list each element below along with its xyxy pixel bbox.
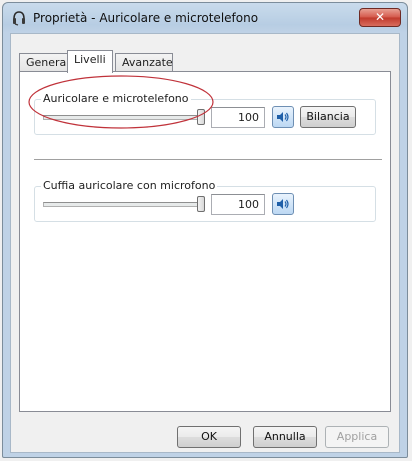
volume-value-field[interactable]: 100	[211, 107, 265, 128]
volume-value: 100	[238, 198, 259, 211]
tab-avanzate[interactable]: Avanzate	[115, 53, 173, 72]
volume-value: 100	[238, 111, 259, 124]
headset-icon	[13, 11, 25, 26]
device-group-label: Cuffia auricolare con microfono	[41, 179, 218, 192]
window-title: Proprietà - Auricolare e microtelefono	[33, 11, 259, 25]
tab-label: Avanzate	[122, 56, 173, 69]
tab-livelli[interactable]: Livelli	[67, 50, 113, 73]
cancel-button[interactable]: Annulla	[253, 426, 317, 448]
tab-label: Livelli	[74, 53, 106, 66]
close-icon: ✕	[374, 10, 386, 24]
balance-button[interactable]: Bilancia	[300, 106, 356, 128]
apply-button: Applica	[325, 426, 389, 448]
mute-button[interactable]	[272, 193, 294, 215]
volume-slider-track[interactable]	[43, 202, 205, 207]
speaker-icon	[277, 112, 289, 122]
dialog-client-area: Generale Livelli Avanzate Auricolare e m…	[10, 33, 400, 453]
ok-button-label: OK	[201, 430, 217, 443]
tab-panel-livelli: Auricolare e microtelefono 100 Bilancia	[19, 71, 391, 412]
cancel-button-label: Annulla	[264, 430, 306, 443]
close-button[interactable]: ✕	[359, 8, 401, 27]
annotation-ellipse	[28, 75, 214, 129]
title-bar[interactable]: Proprietà - Auricolare e microtelefono ✕	[3, 3, 407, 33]
volume-slider-thumb[interactable]	[197, 196, 205, 212]
divider	[34, 159, 382, 160]
apply-button-label: Applica	[336, 430, 378, 443]
balance-button-label: Bilancia	[306, 110, 350, 123]
tab-generale[interactable]: Generale	[19, 53, 76, 72]
speaker-icon	[277, 199, 289, 209]
ok-button[interactable]: OK	[177, 426, 241, 448]
mute-button[interactable]	[272, 106, 294, 128]
dialog-window: Proprietà - Auricolare e microtelefono ✕…	[2, 2, 408, 458]
volume-value-field[interactable]: 100	[211, 194, 265, 215]
device-group-cuffia: Cuffia auricolare con microfono 100	[34, 179, 376, 222]
